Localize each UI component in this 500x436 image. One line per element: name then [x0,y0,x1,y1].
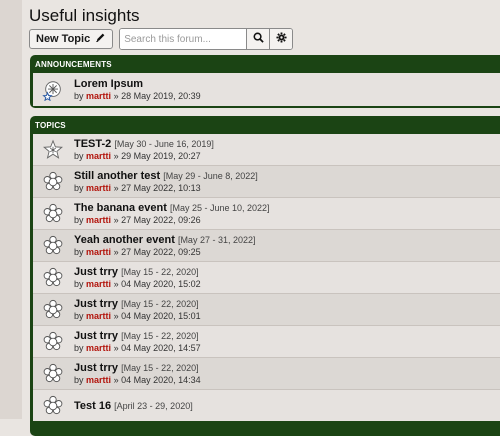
topic-title[interactable]: Test 16 [74,400,111,412]
flower-icon [38,166,68,197]
gear-icon [276,30,287,48]
topic-title[interactable]: Just trry [74,266,118,278]
topics-header: TOPICS [35,121,66,130]
topic-date-range: [May 25 - June 10, 2022] [169,203,270,213]
flower-icon [38,262,68,293]
left-margin [0,0,22,419]
topic-title[interactable]: Just trry [74,330,118,342]
by-label: by [74,91,84,101]
announcement-title[interactable]: Lorem Ipsum [74,78,143,90]
flower-icon [38,358,68,389]
search-input[interactable] [120,29,247,49]
topic-date-range: [May 15 - 22, 2020] [121,331,199,341]
topic-row[interactable]: Yeah another event [May 27 - 31, 2022] by… [33,229,500,261]
post-time: » 28 May 2019, 20:39 [113,91,201,101]
author-link[interactable]: martti [86,183,111,193]
topic-text: Just trry [May 15 - 22, 2020] by martti »… [74,330,201,353]
post-time: » 27 May 2022, 09:26 [113,215,201,225]
forum-title: Useful insights [29,6,140,25]
flower-icon [38,390,68,421]
announcements-header: ANNOUNCEMENTS [35,60,112,69]
topic-text: Test 16 [April 23 - 29, 2020] [74,400,193,412]
topic-title[interactable]: The banana event [74,202,167,214]
announcements-section: ANNOUNCEMENTS Lorem Ipsum by martti » 28… [30,55,500,108]
author-link[interactable]: martti [86,343,111,353]
search-icon [253,30,264,48]
topic-date-range: [May 30 - June 16, 2019] [114,139,214,149]
star-icon [38,134,68,165]
by-label: by [74,311,84,321]
post-time: » 04 May 2020, 14:57 [113,343,201,353]
author-link[interactable]: martti [86,311,111,321]
topic-text: The banana event [May 25 - June 10, 2022… [74,202,270,225]
post-time: » 27 May 2022, 10:13 [113,183,201,193]
author-link[interactable]: martti [86,247,111,257]
topic-row[interactable]: Still another test [May 29 - June 8, 202… [33,165,500,197]
topic-date-range: [May 15 - 22, 2020] [121,299,199,309]
flower-icon [38,326,68,357]
announcement-icon [38,74,68,105]
topic-row[interactable]: Test 16 [April 23 - 29, 2020] [33,389,500,421]
topic-title[interactable]: Just trry [74,362,118,374]
flower-icon [38,230,68,261]
topic-row[interactable]: Just trry [May 15 - 22, 2020] by martti »… [33,293,500,325]
by-label: by [74,375,84,385]
by-label: by [74,343,84,353]
topic-date-range: [April 23 - 29, 2020] [114,400,193,411]
author-link[interactable]: martti [86,151,111,161]
topic-text: Yeah another event [May 27 - 31, 2022] by… [74,234,255,257]
topic-text: Just trry [May 15 - 22, 2020] by martti »… [74,362,201,385]
topic-text: Just trry [May 15 - 22, 2020] by martti »… [74,266,201,289]
topic-row[interactable]: The banana event [May 25 - June 10, 2022… [33,197,500,229]
forum-page: Useful insights New Topic ANNOUNCEMENTS [22,0,500,436]
search-button[interactable] [246,29,270,49]
topic-date-range: [May 27 - 31, 2022] [177,235,256,245]
topic-date-range: [May 29 - June 8, 2022] [163,171,258,181]
topic-date-range: [May 15 - 22, 2020] [121,363,199,373]
author-link[interactable]: martti [86,215,111,225]
flower-icon [38,294,68,325]
topic-text: TEST-2 [May 30 - June 16, 2019] by martti… [74,138,214,161]
author-link[interactable]: martti [86,91,111,101]
topic-row[interactable]: TEST-2 [May 30 - June 16, 2019] by martti… [33,134,500,165]
topic-row[interactable]: Just trry [May 15 - 22, 2020] by martti »… [33,325,500,357]
announcement-text: Lorem Ipsum by martti » 28 May 2019, 20:… [74,78,201,101]
topic-date-range: [May 15 - 22, 2020] [121,267,199,277]
post-time: » 04 May 2020, 15:02 [113,279,201,289]
forum-toolbar: New Topic [29,28,294,50]
topic-list: TEST-2 [May 30 - June 16, 2019] by martti… [33,134,500,421]
author-link[interactable]: martti [86,279,111,289]
topic-title[interactable]: Just trry [74,298,118,310]
post-time: » 04 May 2020, 14:34 [113,375,201,385]
post-time: » 27 May 2022, 09:25 [113,247,201,257]
topic-text: Still another test [May 29 - June 8, 202… [74,170,258,193]
topic-title[interactable]: TEST-2 [74,138,111,150]
author-link[interactable]: martti [86,375,111,385]
topic-title[interactable]: Still another test [74,170,160,182]
by-label: by [74,151,84,161]
post-time: » 04 May 2020, 15:01 [113,311,201,321]
topic-text: Just trry [May 15 - 22, 2020] by martti »… [74,298,201,321]
topic-row[interactable]: Just trry [May 15 - 22, 2020] by martti »… [33,357,500,389]
flower-icon [38,198,68,229]
by-label: by [74,247,84,257]
advanced-search-button[interactable] [269,29,293,49]
by-label: by [74,279,84,289]
topics-section: TOPICS TEST-2 [May 30 - June 16, 2019] by… [30,116,500,436]
topic-row[interactable]: Just trry [May 15 - 22, 2020] by martti »… [33,261,500,293]
by-label: by [74,215,84,225]
new-topic-button[interactable]: New Topic [29,29,114,49]
new-topic-label: New Topic [36,33,91,45]
post-time: » 29 May 2019, 20:27 [113,151,201,161]
by-label: by [74,183,84,193]
search-box [119,28,294,50]
announcement-row[interactable]: Lorem Ipsum by martti » 28 May 2019, 20:… [33,73,500,106]
topic-title[interactable]: Yeah another event [74,234,175,246]
pencil-icon [95,32,106,46]
